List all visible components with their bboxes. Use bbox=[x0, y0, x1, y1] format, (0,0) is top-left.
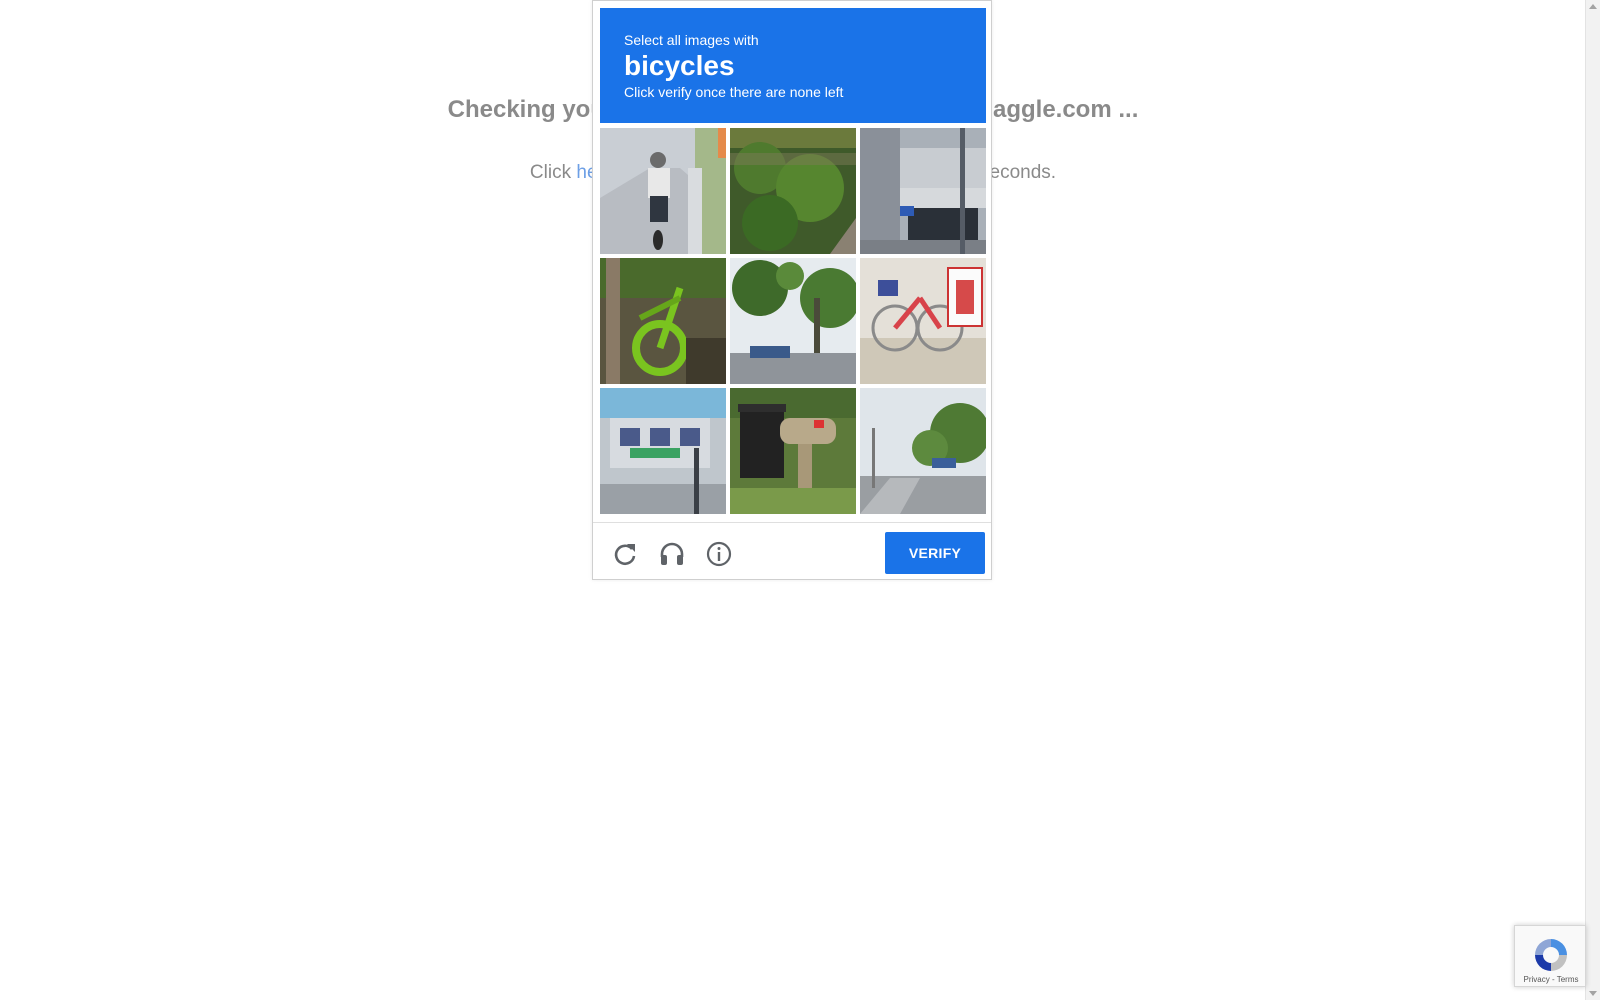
info-icon[interactable] bbox=[704, 539, 734, 569]
image-tile-3[interactable] bbox=[860, 128, 986, 254]
instructions-suffix: econds. bbox=[989, 162, 1057, 183]
scroll-down-icon[interactable] bbox=[1589, 991, 1597, 996]
instructions-prefix: Click bbox=[529, 162, 577, 183]
footer-divider bbox=[593, 522, 991, 523]
reload-icon[interactable] bbox=[610, 539, 640, 569]
recaptcha-logo-icon bbox=[1531, 935, 1571, 975]
scroll-up-icon[interactable] bbox=[1589, 4, 1597, 9]
challenge-prompt: Select all images with bicycles Click ve… bbox=[600, 8, 986, 123]
image-tile-8[interactable] bbox=[730, 388, 856, 514]
page-scrollbar[interactable] bbox=[1585, 0, 1600, 1000]
verify-button[interactable]: VERIFY bbox=[885, 532, 985, 574]
image-tile-7[interactable] bbox=[600, 388, 726, 514]
prompt-subtext: Click verify once there are none left bbox=[624, 84, 844, 100]
prompt-instruction: Select all images with bbox=[624, 32, 759, 48]
privacy-terms-links[interactable]: Privacy - Terms bbox=[1515, 975, 1587, 984]
image-tile-4[interactable] bbox=[600, 258, 726, 384]
image-tile-9[interactable] bbox=[860, 388, 986, 514]
image-tile-2[interactable] bbox=[730, 128, 856, 254]
prompt-target: bicycles bbox=[624, 50, 735, 81]
captcha-challenge: Select all images with bicycles Click ve… bbox=[592, 0, 992, 580]
page-heading-start: Checking you bbox=[447, 96, 605, 123]
image-tile-5[interactable] bbox=[730, 258, 856, 384]
recaptcha-badge[interactable]: Privacy - Terms bbox=[1514, 925, 1586, 987]
image-tile-1[interactable] bbox=[600, 128, 726, 254]
image-grid bbox=[600, 128, 986, 515]
headphones-icon[interactable] bbox=[657, 539, 687, 569]
page-heading-end: aggle.com ... bbox=[992, 96, 1139, 123]
image-tile-6[interactable] bbox=[860, 258, 986, 384]
